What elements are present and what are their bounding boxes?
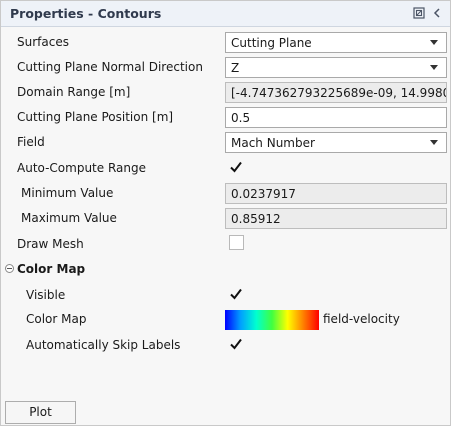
plane-position-input[interactable]: 0.5 [225, 107, 447, 128]
chevron-down-icon [430, 140, 438, 145]
row-domain-range: Domain Range [m] [-4.747362793225689e-09… [1, 80, 450, 105]
row-color-map: Color Map field-velocity [1, 307, 450, 332]
plane-position-value: 0.5 [231, 111, 251, 125]
checkmark-icon [230, 288, 242, 300]
checkmark-icon [230, 338, 242, 350]
row-maximum: Maximum Value 0.85912 [1, 206, 450, 231]
maximum-value: 0.85912 [231, 212, 281, 226]
row-skip-labels: Automatically Skip Labels [1, 333, 450, 358]
color-map-label: Color Map [26, 312, 87, 326]
domain-range-label: Domain Range [m] [17, 85, 131, 99]
row-surfaces: Surfaces Cutting Plane [1, 30, 450, 55]
auto-compute-label: Auto-Compute Range [17, 161, 146, 175]
plot-button[interactable]: Plot [5, 401, 76, 424]
surfaces-value: Cutting Plane [231, 36, 312, 50]
visible-label: Visible [26, 288, 66, 302]
row-minimum: Minimum Value 0.0237917 [1, 181, 450, 206]
chevron-down-icon [430, 40, 438, 45]
normal-direction-dropdown[interactable]: Z [225, 57, 447, 78]
row-normal-direction: Cutting Plane Normal Direction Z [1, 55, 450, 80]
row-plane-position: Cutting Plane Position [m] 0.5 [1, 105, 450, 130]
minimum-label: Minimum Value [21, 186, 114, 200]
minimum-value: 0.0237917 [231, 187, 296, 201]
color-map-section-title: Color Map [17, 262, 86, 276]
panel-title: Properties - Contours [10, 6, 162, 21]
field-value: Mach Number [231, 136, 315, 150]
domain-range-value: [-4.747362793225689e-09, 14.998057... [231, 86, 446, 100]
maximum-label: Maximum Value [21, 211, 117, 225]
normal-direction-label: Cutting Plane Normal Direction [17, 60, 203, 74]
maximum-field: 0.85912 [225, 208, 447, 229]
draw-mesh-checkbox[interactable] [229, 235, 244, 250]
minimum-field: 0.0237917 [225, 183, 447, 204]
properties-panel: Properties - Contours Surfaces Cutting P… [0, 0, 451, 426]
auto-compute-checkbox[interactable] [229, 160, 243, 174]
color-map-name[interactable]: field-velocity [323, 312, 400, 326]
checkmark-icon [230, 161, 242, 173]
title-icons [412, 6, 444, 20]
color-map-section-header[interactable]: Color Map [1, 258, 450, 282]
row-auto-compute: Auto-Compute Range [1, 156, 450, 181]
draw-mesh-label: Draw Mesh [17, 237, 84, 251]
plane-position-label: Cutting Plane Position [m] [17, 110, 174, 124]
row-draw-mesh: Draw Mesh [1, 232, 450, 257]
field-label: Field [17, 135, 45, 149]
dock-icon[interactable] [412, 6, 426, 20]
panel-titlebar: Properties - Contours [1, 1, 450, 27]
row-field: Field Mach Number [1, 130, 450, 155]
collapse-left-icon[interactable] [430, 6, 444, 20]
field-dropdown[interactable]: Mach Number [225, 132, 447, 153]
domain-range-field: [-4.747362793225689e-09, 14.998057... [225, 82, 447, 103]
color-map-swatch[interactable] [225, 310, 319, 330]
row-visible: Visible [1, 283, 450, 308]
skip-labels-checkbox[interactable] [229, 337, 243, 351]
surfaces-dropdown[interactable]: Cutting Plane [225, 32, 447, 53]
chevron-down-icon [430, 65, 438, 70]
collapse-icon[interactable] [5, 264, 14, 273]
normal-direction-value: Z [231, 61, 240, 75]
visible-checkbox[interactable] [229, 287, 243, 301]
surfaces-label: Surfaces [17, 35, 69, 49]
skip-labels-label: Automatically Skip Labels [26, 338, 181, 352]
